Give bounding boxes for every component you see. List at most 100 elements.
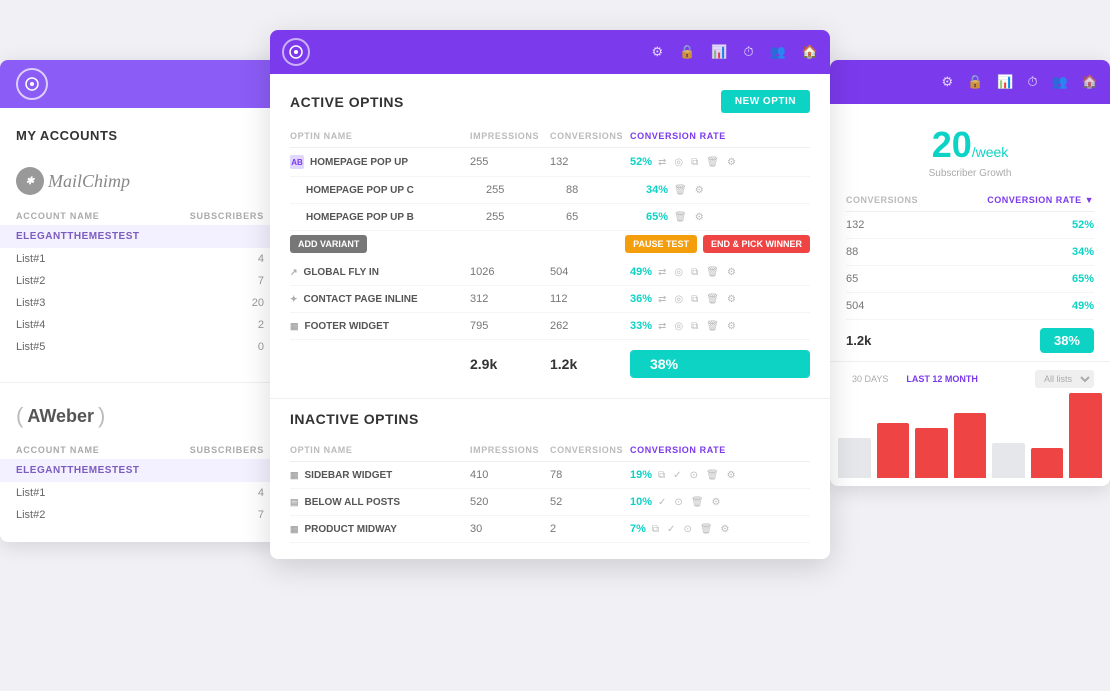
duplicate-icon[interactable]: ⧉ [691, 157, 698, 168]
gear-icon-2[interactable]: ⚙ [727, 267, 736, 278]
stats-totals-row: 1.2k 38% [846, 320, 1094, 361]
stats-clock-icon[interactable]: ⏱ [1027, 74, 1037, 90]
stats-sub-label: Subscriber Growth [846, 168, 1094, 179]
dup-icon-2[interactable]: ⧉ [691, 267, 698, 278]
mc-list-2: List#2 7 [0, 270, 280, 292]
act2-icon4[interactable]: ⚙ [712, 497, 721, 508]
act2-icon3[interactable]: 🗑 [691, 497, 704, 508]
act1-icon3[interactable]: ⊙ [690, 470, 698, 481]
stats-conv-header: CONVERSIONS [846, 195, 918, 205]
stats-filters: 30 DAYS LAST 12 MONTH All lists [830, 361, 1110, 396]
table-row: ▦ SIDEBAR WIDGET 410 78 19% ⧉ ✓ ⊙ 🗑 ⚙ [290, 462, 810, 489]
aweber-table-header: ACCOUNT NAME SUBSCRIBERS [0, 441, 280, 459]
act3-icon3[interactable]: ⊙ [683, 524, 691, 535]
stats-gear-icon[interactable]: ⚙ [941, 74, 953, 90]
act1-icon1[interactable]: ⧉ [658, 470, 665, 481]
dup-icon-4[interactable]: ⧉ [691, 321, 698, 332]
settings-icon-3[interactable]: ◎ [674, 294, 683, 305]
dup-icon-3[interactable]: ⧉ [691, 294, 698, 305]
mc-subscribers-label: SUBSCRIBERS [190, 211, 264, 221]
mc-list-3: List#3 20 [0, 292, 280, 314]
widget-icon-4: ▦ [290, 321, 299, 332]
divider-1 [0, 382, 280, 383]
chart-bar [1031, 448, 1064, 478]
aw-account-name-label: ACCOUNT NAME [16, 445, 100, 455]
chart-bar [954, 413, 987, 478]
chart-bar [1069, 393, 1102, 478]
del-icon-2[interactable]: 🗑 [706, 267, 719, 278]
del-icon-4[interactable]: 🗑 [706, 321, 719, 332]
pause-test-button[interactable]: PAUSE TEST [625, 235, 697, 253]
optin-name-1a: HOMEPAGE POP UP C [306, 185, 486, 196]
optin-name-4: ▦ FOOTER WIDGET [290, 321, 470, 332]
variant-actions: ADD VARIANT PAUSE TEST END & PICK WINNER [290, 231, 810, 259]
optins-gear-icon[interactable]: ⚙ [651, 44, 663, 60]
inactive-table-header: OPTIN NAME IMPRESSIONS CONVERSIONS CONVE… [290, 441, 810, 462]
col-rate: CONVERSION RATE [630, 131, 810, 141]
optins-clock-icon[interactable]: ⏱ [743, 44, 753, 60]
act1-icon2[interactable]: ✓ [673, 470, 681, 481]
gear-icon-1a[interactable]: ⚙ [695, 185, 704, 196]
optins-users-icon[interactable]: 👥 [770, 44, 786, 60]
settings-icon-2[interactable]: ◎ [674, 267, 683, 278]
active-table-header: OPTIN NAME IMPRESSIONS CONVERSIONS CONVE… [290, 127, 810, 148]
act2-icon2[interactable]: ⊙ [674, 497, 682, 508]
act3-icon2[interactable]: ✓ [667, 524, 675, 535]
new-optin-button[interactable]: NEW OPTIN [721, 90, 810, 113]
optins-chart-icon[interactable]: 📊 [711, 44, 727, 60]
optins-lock-icon[interactable]: 🔒 [679, 44, 695, 60]
gear-icon-3[interactable]: ⚙ [727, 294, 736, 305]
delete-icon-1b[interactable]: 🗑 [674, 212, 687, 223]
aweber-section: ( AWeber ) ACCOUNT NAME SUBSCRIBERS ELEG… [0, 391, 280, 542]
aw-subscribers-label: SUBSCRIBERS [190, 445, 264, 455]
share-icon-4[interactable]: ⇄ [658, 321, 666, 332]
act3-icon1[interactable]: ⧉ [652, 524, 659, 535]
act2-icon1[interactable]: ✓ [658, 497, 666, 508]
stats-rate-header: CONVERSION RATE ▼ [987, 195, 1094, 205]
accounts-title: MY ACCOUNTS [0, 108, 280, 155]
share-icon-3[interactable]: ⇄ [658, 294, 666, 305]
gear-icon-4[interactable]: ⚙ [727, 321, 736, 332]
mc-list-1: List#1 4 [0, 248, 280, 270]
chart-bar [838, 438, 871, 478]
share-icon[interactable]: ⇄ [658, 157, 666, 168]
add-variant-button[interactable]: ADD VARIANT [290, 235, 367, 253]
midway-icon: ▦ [290, 524, 299, 535]
inactive-col-conversions: CONVERSIONS [550, 445, 630, 455]
row-actions-1: ⇄ ◎ ⧉ 🗑 ⚙ [658, 157, 736, 168]
posts-icon: ▤ [290, 497, 299, 508]
list-filter-select[interactable]: All lists [1035, 370, 1094, 388]
settings-icon-4[interactable]: ◎ [674, 321, 683, 332]
row-actions-2: ⇄ ◎ ⧉ 🗑 ⚙ [658, 267, 736, 278]
stats-users-icon[interactable]: 👥 [1052, 74, 1068, 90]
inactive-optin-2: ▤ BELOW ALL POSTS [290, 497, 470, 508]
stats-total-conversions: 1.2k [846, 333, 871, 348]
delete-icon[interactable]: 🗑 [706, 157, 719, 168]
act1-icon5[interactable]: ⚙ [727, 470, 736, 481]
end-pick-button[interactable]: END & PICK WINNER [703, 235, 810, 253]
stats-row-2: 88 34% [846, 239, 1094, 266]
inactive-col-rate: CONVERSION RATE [630, 445, 810, 455]
act1-icon4[interactable]: 🗑 [706, 470, 719, 481]
delete-icon-1a[interactable]: 🗑 [674, 185, 687, 196]
stats-big-number: 20 [932, 124, 972, 165]
stats-home-icon[interactable]: 🏠 [1082, 74, 1098, 90]
stats-table-header: CONVERSIONS CONVERSION RATE ▼ [846, 191, 1094, 212]
share-icon-2[interactable]: ⇄ [658, 267, 666, 278]
act3-icon4[interactable]: 🗑 [700, 524, 713, 535]
accounts-panel-header [0, 60, 280, 108]
act3-icon5[interactable]: ⚙ [721, 524, 730, 535]
inactive-optins-section: INACTIVE OPTINS OPTIN NAME IMPRESSIONS C… [270, 398, 830, 559]
aw-account-highlight: ELEGANTTHEMESTEST [0, 459, 280, 482]
filter-12-month[interactable]: LAST 12 MONTH [900, 371, 984, 387]
filter-30-days[interactable]: 30 DAYS [846, 371, 894, 387]
optins-home-icon[interactable]: 🏠 [802, 44, 818, 60]
gear-icon[interactable]: ⚙ [727, 157, 736, 168]
del-icon-3[interactable]: 🗑 [706, 294, 719, 305]
stats-chart-icon[interactable]: 📊 [997, 74, 1013, 90]
gear-icon-1b[interactable]: ⚙ [695, 212, 704, 223]
settings-icon[interactable]: ◎ [674, 157, 683, 168]
mailchimp-logo: ✱ MailChimp [16, 167, 130, 195]
stats-lock-icon[interactable]: 🔒 [967, 74, 983, 90]
table-row: HOMEPAGE POP UP B 255 65 65% 🗑 ⚙ [290, 204, 810, 231]
